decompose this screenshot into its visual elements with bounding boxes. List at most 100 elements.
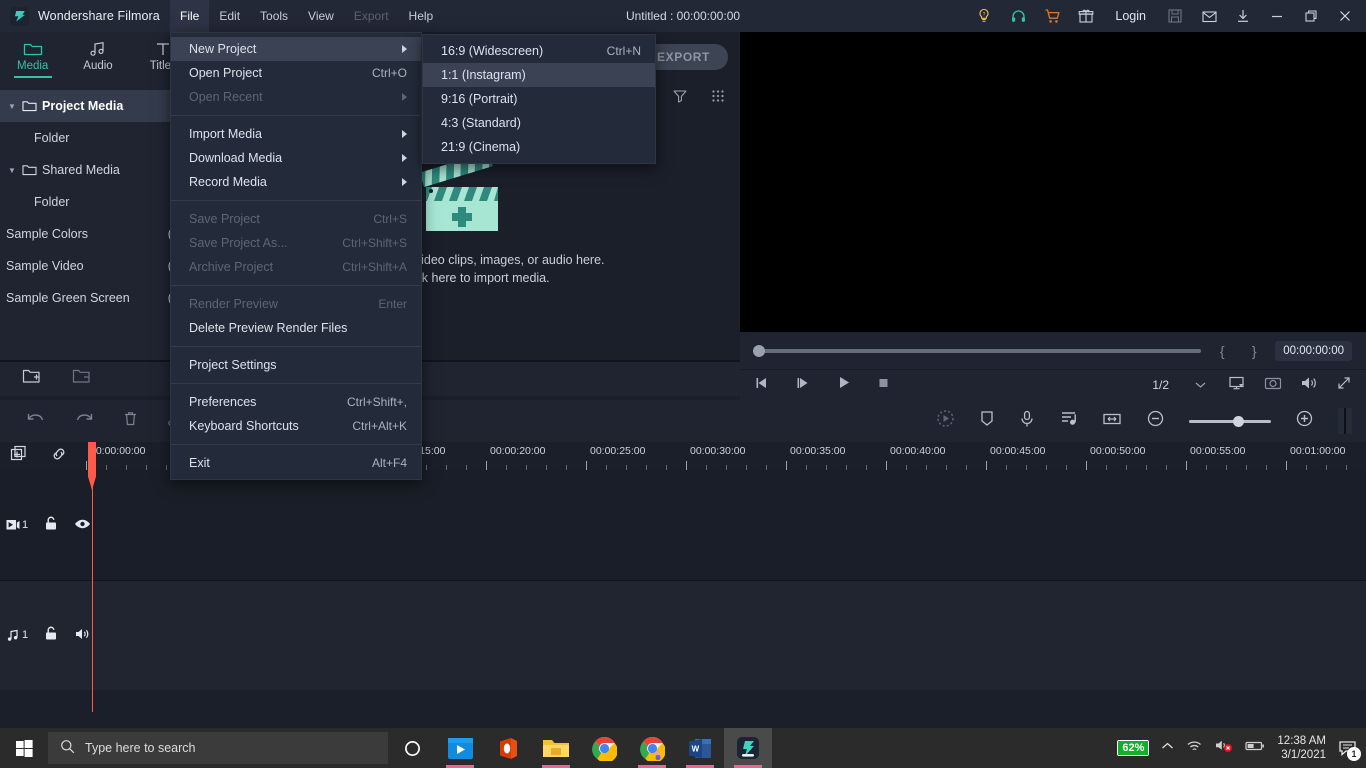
- new-project-submenu[interactable]: 16:9 (Widescreen) Ctrl+N 1:1 (Instagram) 9:…: [422, 34, 656, 164]
- menu-item-download-media[interactable]: Download Media: [171, 146, 421, 170]
- menu-item-project-settings[interactable]: Project Settings: [171, 353, 421, 377]
- speaker-icon[interactable]: [74, 627, 91, 644]
- delete-trash-icon[interactable]: [122, 410, 139, 432]
- zoom-out-icon[interactable]: [1146, 409, 1165, 433]
- preview-player[interactable]: [740, 32, 1366, 332]
- battery-icon[interactable]: [1245, 739, 1265, 757]
- tab-audio[interactable]: Audio: [65, 36, 130, 72]
- tree-item-folder-2[interactable]: Folder (0): [0, 186, 196, 218]
- file-menu-dropdown[interactable]: New Project Open Project Ctrl+O Open Recent…: [170, 32, 422, 480]
- caret-down-icon[interactable]: ▼: [8, 166, 22, 175]
- caret-down-icon[interactable]: ▼: [8, 102, 22, 111]
- mail-icon[interactable]: [1192, 0, 1226, 32]
- shopping-cart-icon[interactable]: [1035, 0, 1069, 32]
- color-match-icon[interactable]: [936, 409, 955, 433]
- tips-bulb-icon[interactable]: ?: [967, 0, 1001, 32]
- tree-item-sample-colors[interactable]: Sample Colors (25): [0, 218, 196, 250]
- submenu-item-21-9-cinema[interactable]: 21:9 (Cinema): [423, 135, 655, 159]
- wifi-icon[interactable]: [1186, 739, 1203, 758]
- movies-tv-icon[interactable]: [436, 728, 484, 768]
- submenu-item-16-9-widescreen[interactable]: 16:9 (Widescreen) Ctrl+N: [423, 39, 655, 63]
- menu-item-label: Save Project: [189, 212, 260, 226]
- lock-icon[interactable]: [44, 626, 58, 644]
- menu-tools[interactable]: Tools: [250, 0, 298, 32]
- lock-icon[interactable]: [44, 516, 58, 534]
- office-icon[interactable]: [484, 728, 532, 768]
- stop-icon[interactable]: [876, 376, 891, 395]
- menu-file[interactable]: File: [170, 0, 210, 32]
- video-track-1[interactable]: 1: [0, 470, 1366, 580]
- crop-zoom-icon[interactable]: [1102, 411, 1122, 432]
- grid-view-icon[interactable]: [710, 88, 726, 109]
- menu-item-keyboard-shortcuts[interactable]: Keyboard Shortcuts Ctrl+Alt+K: [171, 414, 421, 438]
- screen-snapshot-icon[interactable]: [1228, 375, 1246, 396]
- login-button[interactable]: Login: [1103, 0, 1158, 32]
- menu-item-exit[interactable]: Exit Alt+F4: [171, 451, 421, 475]
- close-button[interactable]: [1328, 0, 1362, 32]
- tray-clock[interactable]: 12:38 AM 3/1/2021: [1277, 734, 1326, 762]
- audio-mixer-icon[interactable]: [1059, 409, 1078, 433]
- headphones-support-icon[interactable]: [1001, 0, 1035, 32]
- zoom-in-icon[interactable]: [1295, 409, 1314, 433]
- scrubber-handle[interactable]: [753, 344, 765, 357]
- marker-icon[interactable]: [979, 409, 995, 433]
- notification-center-icon[interactable]: 1: [1338, 739, 1361, 761]
- submenu-item-1-1-instagram[interactable]: 1:1 (Instagram): [423, 63, 655, 87]
- gift-box-icon[interactable]: [1069, 0, 1103, 32]
- menu-edit[interactable]: Edit: [209, 0, 250, 32]
- filter-funnel-icon[interactable]: [672, 88, 688, 109]
- menu-item-delete-preview-render-files[interactable]: Delete Preview Render Files: [171, 316, 421, 340]
- preview-scrubber[interactable]: [753, 344, 1202, 357]
- fullscreen-icon[interactable]: [1336, 375, 1352, 396]
- file-explorer-icon[interactable]: [532, 728, 580, 768]
- redo-icon[interactable]: [74, 411, 94, 432]
- menu-view[interactable]: View: [298, 0, 344, 32]
- next-frame-icon[interactable]: [795, 376, 812, 395]
- eye-icon[interactable]: [74, 518, 91, 533]
- submenu-item-4-3-standard[interactable]: 4:3 (Standard): [423, 111, 655, 135]
- previous-frame-icon[interactable]: [754, 376, 771, 395]
- camera-icon[interactable]: [1264, 375, 1282, 396]
- menu-help[interactable]: Help: [399, 0, 444, 32]
- word-icon[interactable]: W: [676, 728, 724, 768]
- tab-media[interactable]: Media: [0, 36, 65, 72]
- tree-item-sample-green-screen[interactable]: Sample Green Screen (10): [0, 282, 196, 314]
- tree-item-folder-1[interactable]: Folder (0): [0, 122, 196, 154]
- speaker-muted-icon[interactable]: [1215, 738, 1233, 758]
- new-folder-icon[interactable]: [22, 368, 42, 390]
- tree-item-sample-video[interactable]: Sample Video (20): [0, 250, 196, 282]
- chrome-people-icon[interactable]: [628, 728, 676, 768]
- menu-item-new-project[interactable]: New Project: [171, 37, 421, 61]
- filmora-icon[interactable]: [724, 728, 772, 768]
- preview-timecode[interactable]: 00:00:00:00: [1275, 340, 1352, 361]
- battery-percent-indicator[interactable]: 62%: [1117, 740, 1150, 756]
- record-voiceover-icon[interactable]: [1019, 409, 1035, 433]
- playback-speed-select[interactable]: 1/2: [1148, 376, 1210, 394]
- volume-icon[interactable]: [1300, 375, 1318, 396]
- menu-item-preferences[interactable]: Preferences Ctrl+Shift+,: [171, 390, 421, 414]
- taskbar-search-box[interactable]: Type here to search: [48, 732, 388, 764]
- timeline-zoom-slider[interactable]: [1189, 415, 1271, 427]
- tree-item-project-media[interactable]: ▼ Project Media (0): [0, 90, 196, 122]
- restore-button[interactable]: [1294, 0, 1328, 32]
- start-button[interactable]: [0, 728, 48, 768]
- mark-in-button[interactable]: {: [1211, 343, 1233, 359]
- chevron-up-icon[interactable]: [1161, 739, 1174, 757]
- zoom-slider-handle[interactable]: [1233, 415, 1244, 427]
- tree-item-shared-media[interactable]: ▼ Shared Media (0): [0, 154, 196, 186]
- link-chain-icon[interactable]: [50, 445, 68, 468]
- mark-out-button[interactable]: }: [1243, 343, 1265, 359]
- download-icon[interactable]: [1226, 0, 1260, 32]
- menu-item-record-media[interactable]: Record Media: [171, 170, 421, 194]
- undo-icon[interactable]: [26, 411, 46, 432]
- chrome-icon[interactable]: [580, 728, 628, 768]
- submenu-item-9-16-portrait[interactable]: 9:16 (Portrait): [423, 87, 655, 111]
- play-icon[interactable]: [836, 375, 852, 395]
- cortana-icon[interactable]: [388, 728, 436, 768]
- minimize-button[interactable]: [1260, 0, 1294, 32]
- remove-folder-icon[interactable]: [72, 368, 92, 390]
- audio-track-1[interactable]: 1: [0, 580, 1366, 690]
- menu-item-open-project[interactable]: Open Project Ctrl+O: [171, 61, 421, 85]
- menu-item-import-media[interactable]: Import Media: [171, 122, 421, 146]
- add-track-icon[interactable]: [10, 445, 28, 468]
